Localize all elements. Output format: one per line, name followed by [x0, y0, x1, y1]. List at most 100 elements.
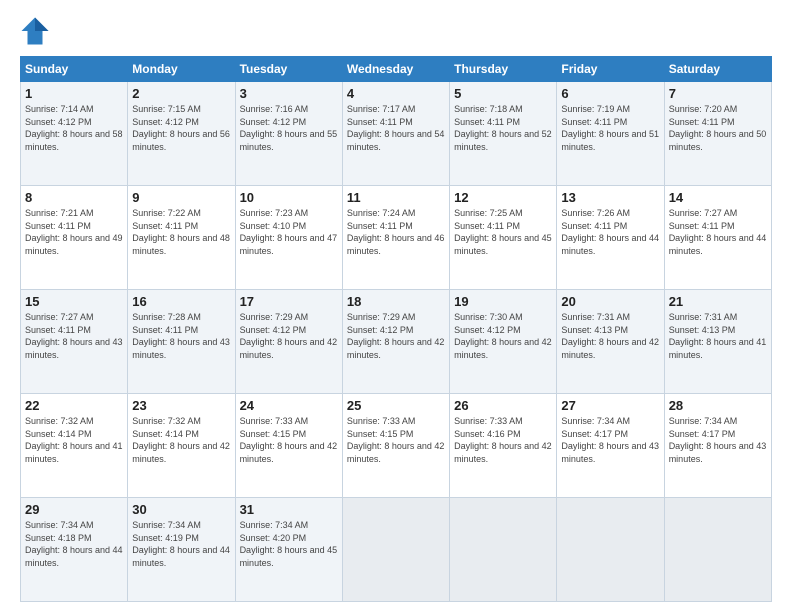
day-cell: 16 Sunrise: 7:28 AMSunset: 4:11 PMDaylig…	[128, 290, 235, 394]
day-cell: 4 Sunrise: 7:17 AMSunset: 4:11 PMDayligh…	[342, 82, 449, 186]
weekday-header-wednesday: Wednesday	[342, 57, 449, 82]
day-info: Sunrise: 7:32 AMSunset: 4:14 PMDaylight:…	[25, 416, 123, 464]
day-number: 12	[454, 190, 552, 205]
week-row-5: 29 Sunrise: 7:34 AMSunset: 4:18 PMDaylig…	[21, 498, 772, 602]
weekday-row: SundayMondayTuesdayWednesdayThursdayFrid…	[21, 57, 772, 82]
day-info: Sunrise: 7:34 AMSunset: 4:17 PMDaylight:…	[561, 416, 659, 464]
header	[20, 16, 772, 46]
day-cell: 13 Sunrise: 7:26 AMSunset: 4:11 PMDaylig…	[557, 186, 664, 290]
calendar-header: SundayMondayTuesdayWednesdayThursdayFrid…	[21, 57, 772, 82]
day-number: 19	[454, 294, 552, 309]
day-cell: 28 Sunrise: 7:34 AMSunset: 4:17 PMDaylig…	[664, 394, 771, 498]
day-info: Sunrise: 7:20 AMSunset: 4:11 PMDaylight:…	[669, 104, 767, 152]
week-row-3: 15 Sunrise: 7:27 AMSunset: 4:11 PMDaylig…	[21, 290, 772, 394]
day-cell: 24 Sunrise: 7:33 AMSunset: 4:15 PMDaylig…	[235, 394, 342, 498]
day-info: Sunrise: 7:21 AMSunset: 4:11 PMDaylight:…	[25, 208, 123, 256]
day-info: Sunrise: 7:16 AMSunset: 4:12 PMDaylight:…	[240, 104, 338, 152]
day-info: Sunrise: 7:34 AMSunset: 4:18 PMDaylight:…	[25, 520, 123, 568]
day-info: Sunrise: 7:23 AMSunset: 4:10 PMDaylight:…	[240, 208, 338, 256]
week-row-1: 1 Sunrise: 7:14 AMSunset: 4:12 PMDayligh…	[21, 82, 772, 186]
day-info: Sunrise: 7:29 AMSunset: 4:12 PMDaylight:…	[347, 312, 445, 360]
weekday-header-monday: Monday	[128, 57, 235, 82]
day-number: 6	[561, 86, 659, 101]
day-info: Sunrise: 7:33 AMSunset: 4:16 PMDaylight:…	[454, 416, 552, 464]
day-number: 25	[347, 398, 445, 413]
day-info: Sunrise: 7:22 AMSunset: 4:11 PMDaylight:…	[132, 208, 230, 256]
day-info: Sunrise: 7:27 AMSunset: 4:11 PMDaylight:…	[25, 312, 123, 360]
day-number: 27	[561, 398, 659, 413]
day-cell: 1 Sunrise: 7:14 AMSunset: 4:12 PMDayligh…	[21, 82, 128, 186]
day-number: 20	[561, 294, 659, 309]
week-row-4: 22 Sunrise: 7:32 AMSunset: 4:14 PMDaylig…	[21, 394, 772, 498]
day-number: 15	[25, 294, 123, 309]
day-cell: 8 Sunrise: 7:21 AMSunset: 4:11 PMDayligh…	[21, 186, 128, 290]
calendar-table: SundayMondayTuesdayWednesdayThursdayFrid…	[20, 56, 772, 602]
day-info: Sunrise: 7:19 AMSunset: 4:11 PMDaylight:…	[561, 104, 659, 152]
day-info: Sunrise: 7:33 AMSunset: 4:15 PMDaylight:…	[240, 416, 338, 464]
day-info: Sunrise: 7:17 AMSunset: 4:11 PMDaylight:…	[347, 104, 445, 152]
day-cell: 12 Sunrise: 7:25 AMSunset: 4:11 PMDaylig…	[450, 186, 557, 290]
day-info: Sunrise: 7:18 AMSunset: 4:11 PMDaylight:…	[454, 104, 552, 152]
day-cell: 20 Sunrise: 7:31 AMSunset: 4:13 PMDaylig…	[557, 290, 664, 394]
day-number: 13	[561, 190, 659, 205]
day-cell: 29 Sunrise: 7:34 AMSunset: 4:18 PMDaylig…	[21, 498, 128, 602]
day-cell	[557, 498, 664, 602]
day-cell: 17 Sunrise: 7:29 AMSunset: 4:12 PMDaylig…	[235, 290, 342, 394]
day-cell: 5 Sunrise: 7:18 AMSunset: 4:11 PMDayligh…	[450, 82, 557, 186]
weekday-header-saturday: Saturday	[664, 57, 771, 82]
day-number: 9	[132, 190, 230, 205]
day-cell: 18 Sunrise: 7:29 AMSunset: 4:12 PMDaylig…	[342, 290, 449, 394]
day-number: 28	[669, 398, 767, 413]
day-number: 10	[240, 190, 338, 205]
day-info: Sunrise: 7:24 AMSunset: 4:11 PMDaylight:…	[347, 208, 445, 256]
day-cell: 9 Sunrise: 7:22 AMSunset: 4:11 PMDayligh…	[128, 186, 235, 290]
day-number: 11	[347, 190, 445, 205]
day-cell: 31 Sunrise: 7:34 AMSunset: 4:20 PMDaylig…	[235, 498, 342, 602]
day-info: Sunrise: 7:30 AMSunset: 4:12 PMDaylight:…	[454, 312, 552, 360]
weekday-header-thursday: Thursday	[450, 57, 557, 82]
day-info: Sunrise: 7:34 AMSunset: 4:17 PMDaylight:…	[669, 416, 767, 464]
weekday-header-friday: Friday	[557, 57, 664, 82]
day-number: 17	[240, 294, 338, 309]
day-cell	[664, 498, 771, 602]
day-info: Sunrise: 7:15 AMSunset: 4:12 PMDaylight:…	[132, 104, 230, 152]
day-info: Sunrise: 7:34 AMSunset: 4:20 PMDaylight:…	[240, 520, 338, 568]
day-info: Sunrise: 7:31 AMSunset: 4:13 PMDaylight:…	[669, 312, 767, 360]
day-number: 29	[25, 502, 123, 517]
page: SundayMondayTuesdayWednesdayThursdayFrid…	[0, 0, 792, 612]
day-number: 24	[240, 398, 338, 413]
day-number: 21	[669, 294, 767, 309]
day-info: Sunrise: 7:33 AMSunset: 4:15 PMDaylight:…	[347, 416, 445, 464]
day-info: Sunrise: 7:31 AMSunset: 4:13 PMDaylight:…	[561, 312, 659, 360]
day-cell: 26 Sunrise: 7:33 AMSunset: 4:16 PMDaylig…	[450, 394, 557, 498]
week-row-2: 8 Sunrise: 7:21 AMSunset: 4:11 PMDayligh…	[21, 186, 772, 290]
day-number: 26	[454, 398, 552, 413]
day-number: 16	[132, 294, 230, 309]
weekday-header-tuesday: Tuesday	[235, 57, 342, 82]
day-cell: 25 Sunrise: 7:33 AMSunset: 4:15 PMDaylig…	[342, 394, 449, 498]
day-cell: 27 Sunrise: 7:34 AMSunset: 4:17 PMDaylig…	[557, 394, 664, 498]
day-number: 3	[240, 86, 338, 101]
day-cell: 6 Sunrise: 7:19 AMSunset: 4:11 PMDayligh…	[557, 82, 664, 186]
day-number: 30	[132, 502, 230, 517]
day-info: Sunrise: 7:28 AMSunset: 4:11 PMDaylight:…	[132, 312, 230, 360]
day-number: 18	[347, 294, 445, 309]
day-number: 8	[25, 190, 123, 205]
day-info: Sunrise: 7:14 AMSunset: 4:12 PMDaylight:…	[25, 104, 123, 152]
day-number: 2	[132, 86, 230, 101]
day-info: Sunrise: 7:26 AMSunset: 4:11 PMDaylight:…	[561, 208, 659, 256]
day-cell: 23 Sunrise: 7:32 AMSunset: 4:14 PMDaylig…	[128, 394, 235, 498]
day-number: 5	[454, 86, 552, 101]
day-cell: 14 Sunrise: 7:27 AMSunset: 4:11 PMDaylig…	[664, 186, 771, 290]
day-info: Sunrise: 7:34 AMSunset: 4:19 PMDaylight:…	[132, 520, 230, 568]
day-cell: 11 Sunrise: 7:24 AMSunset: 4:11 PMDaylig…	[342, 186, 449, 290]
day-number: 31	[240, 502, 338, 517]
day-cell: 2 Sunrise: 7:15 AMSunset: 4:12 PMDayligh…	[128, 82, 235, 186]
day-number: 4	[347, 86, 445, 101]
day-number: 14	[669, 190, 767, 205]
calendar-body: 1 Sunrise: 7:14 AMSunset: 4:12 PMDayligh…	[21, 82, 772, 602]
day-number: 1	[25, 86, 123, 101]
day-cell: 21 Sunrise: 7:31 AMSunset: 4:13 PMDaylig…	[664, 290, 771, 394]
day-info: Sunrise: 7:29 AMSunset: 4:12 PMDaylight:…	[240, 312, 338, 360]
day-number: 7	[669, 86, 767, 101]
